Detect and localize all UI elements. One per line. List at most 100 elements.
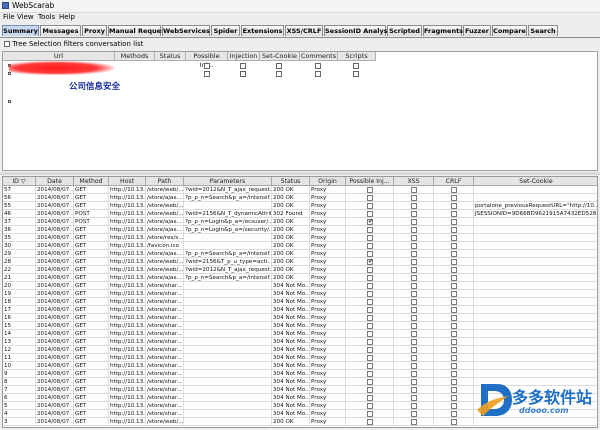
inj-checkbox[interactable] — [367, 403, 373, 409]
tab-scripted[interactable]: Scripted — [387, 25, 422, 36]
crlf-checkbox[interactable] — [451, 419, 457, 425]
xss-checkbox[interactable] — [411, 299, 417, 305]
tab-messages[interactable]: Messages — [40, 25, 81, 36]
inj-checkbox[interactable] — [367, 235, 373, 241]
inj-checkbox[interactable] — [367, 419, 373, 425]
crlf-checkbox[interactable] — [451, 219, 457, 225]
table-row[interactable]: 19 2014/08/07 ... GET http://10.13.../store… — [3, 290, 597, 298]
xss-checkbox[interactable] — [411, 211, 417, 217]
table-row[interactable]: 16 2014/08/07 ... GET http://10.13.../store… — [3, 314, 597, 322]
grid-col-id[interactable]: ID ▽ — [3, 177, 36, 186]
xss-checkbox[interactable] — [411, 419, 417, 425]
xss-checkbox[interactable] — [411, 259, 417, 265]
table-row[interactable]: 36 2014/08/07 ... GET http://10.13.../store… — [3, 226, 597, 234]
crlf-checkbox[interactable] — [451, 259, 457, 265]
crlf-checkbox[interactable] — [451, 203, 457, 209]
table-row[interactable]: 56 2014/08/07 ... GET http://10.13.../store… — [3, 194, 597, 202]
xss-checkbox[interactable] — [411, 251, 417, 257]
inj-checkbox[interactable] — [367, 195, 373, 201]
crlf-checkbox[interactable] — [451, 195, 457, 201]
tree-col-scripts[interactable]: Scripts — [338, 52, 376, 61]
crlf-checkbox[interactable] — [451, 251, 457, 257]
inj-checkbox[interactable] — [367, 355, 373, 361]
crlf-checkbox[interactable] — [451, 395, 457, 401]
crlf-checkbox[interactable] — [451, 275, 457, 281]
inj-checkbox[interactable] — [367, 251, 373, 257]
table-row[interactable]: 14 2014/08/07 ... GET http://10.13.../store… — [3, 330, 597, 338]
xss-checkbox[interactable] — [411, 339, 417, 345]
tab-fuzzer[interactable]: Fuzzer — [463, 25, 491, 36]
crlf-checkbox[interactable] — [451, 411, 457, 417]
tree-col-status[interactable]: Status — [155, 52, 186, 61]
inj-checkbox[interactable] — [367, 267, 373, 273]
xss-checkbox[interactable] — [411, 267, 417, 273]
tab-compare[interactable]: Compare — [492, 25, 527, 36]
xss-checkbox[interactable] — [411, 371, 417, 377]
table-row[interactable]: 12 2014/08/07 ... GET http://10.13.../store… — [3, 346, 597, 354]
tree-inj-checkbox[interactable] — [204, 71, 210, 77]
tab-manual-request[interactable]: Manual Request — [108, 25, 168, 36]
crlf-checkbox[interactable] — [451, 315, 457, 321]
inj-checkbox[interactable] — [367, 323, 373, 329]
table-row[interactable]: 57 2014/08/07 ... GET http://10.13.../store… — [3, 186, 597, 194]
table-row[interactable]: 55 2014/08/07 ... GET http://10.13.../store… — [3, 202, 597, 210]
tab-proxy[interactable]: Proxy — [82, 25, 107, 36]
crlf-checkbox[interactable] — [451, 283, 457, 289]
crlf-checkbox[interactable] — [451, 347, 457, 353]
menu-view[interactable]: View — [17, 13, 34, 21]
table-row[interactable]: 17 2014/08/07 ... GET http://10.13.../store… — [3, 306, 597, 314]
crlf-checkbox[interactable] — [451, 299, 457, 305]
inj-checkbox[interactable] — [367, 371, 373, 377]
crlf-checkbox[interactable] — [451, 331, 457, 337]
crlf-checkbox[interactable] — [451, 403, 457, 409]
inj-checkbox[interactable] — [367, 218, 373, 225]
grid-col-params[interactable]: Parameters — [184, 177, 272, 186]
tree-leaf-icon[interactable] — [8, 100, 11, 103]
xss-checkbox[interactable] — [411, 283, 417, 289]
menu-tools[interactable]: Tools — [38, 13, 55, 21]
xss-checkbox[interactable] — [411, 291, 417, 297]
grid-col-method[interactable]: Method — [74, 177, 109, 186]
xss-checkbox[interactable] — [411, 203, 417, 209]
grid-col-cookie[interactable]: Set-Cookie — [474, 177, 597, 186]
xss-checkbox[interactable] — [411, 331, 417, 337]
xss-checkbox[interactable] — [411, 235, 417, 241]
table-row[interactable]: 46 2014/08/07 ... POST http://10.13.../stor… — [3, 210, 597, 218]
crlf-checkbox[interactable] — [451, 371, 457, 377]
tree-col-comments[interactable]: Comments — [300, 52, 338, 61]
xss-checkbox[interactable] — [411, 387, 417, 393]
inj-checkbox[interactable] — [367, 187, 373, 193]
crlf-checkbox[interactable] — [451, 227, 457, 233]
crlf-checkbox[interactable] — [451, 235, 457, 241]
tab-extensions[interactable]: Extensions — [241, 25, 284, 36]
pane-splitter[interactable] — [0, 172, 600, 175]
grid-col-xss[interactable]: XSS — [394, 177, 434, 186]
xss-checkbox[interactable] — [411, 379, 417, 385]
crlf-checkbox[interactable] — [451, 243, 457, 249]
table-row[interactable]: 10 2014/08/07 ... GET http://10.13.../store… — [3, 362, 597, 370]
tree-col-possible-injection[interactable]: Possible Inj... — [186, 52, 228, 69]
xss-checkbox[interactable] — [411, 411, 417, 417]
xss-checkbox[interactable] — [411, 355, 417, 361]
inj-checkbox[interactable] — [367, 227, 373, 233]
tab-xss-crlf[interactable]: XSS/CRLF — [285, 25, 323, 36]
tab-search[interactable]: Search — [528, 25, 558, 36]
table-row[interactable]: 20 2014/08/07 ... GET http://10.13.../store… — [3, 282, 597, 290]
menu-file[interactable]: File — [3, 13, 15, 21]
menu-help[interactable]: Help — [59, 13, 75, 21]
table-row[interactable]: 29 2014/08/07 ... GET http://10.13.../store… — [3, 250, 597, 258]
tab-sessionid-analysis[interactable]: SessionID Analysis — [324, 25, 394, 36]
xss-checkbox[interactable] — [411, 395, 417, 401]
xss-checkbox[interactable] — [411, 195, 417, 201]
inj-checkbox[interactable] — [367, 387, 373, 393]
grid-col-crlf[interactable]: CRLF — [434, 177, 474, 186]
grid-col-status[interactable]: Status — [272, 177, 310, 186]
inj-checkbox[interactable] — [367, 315, 373, 321]
crlf-checkbox[interactable] — [451, 267, 457, 273]
inj-checkbox[interactable] — [367, 363, 373, 369]
tab-summary[interactable]: Summary — [2, 25, 39, 36]
xss-checkbox[interactable] — [411, 323, 417, 329]
tree-col-set-cookie[interactable]: Set-Cookie — [260, 52, 300, 61]
crlf-checkbox[interactable] — [451, 363, 457, 369]
table-row[interactable]: 9 2014/08/07 ... GET http://10.13.../store/… — [3, 370, 597, 378]
